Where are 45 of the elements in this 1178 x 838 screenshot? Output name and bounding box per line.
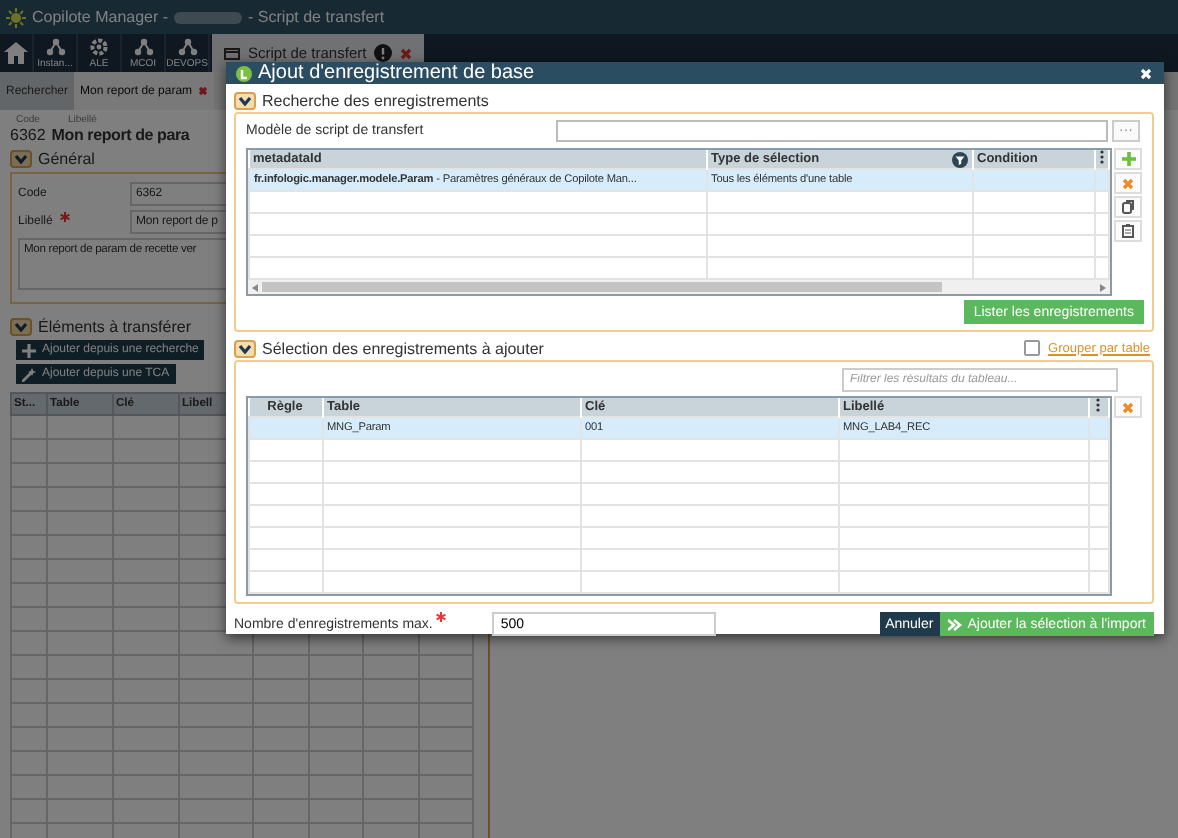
section-title: Sélection des enregistrements à ajouter — [262, 339, 544, 357]
checkbox[interactable] — [1024, 340, 1041, 356]
collapse-button[interactable] — [234, 91, 256, 109]
alert-icon — [374, 44, 393, 62]
clipboard-icon — [1122, 224, 1134, 238]
section-title: Éléments à transférer — [38, 318, 191, 336]
window-title: Copilote Manager - — [32, 8, 169, 26]
scroll-right-icon — [1100, 283, 1106, 291]
plus-icon — [22, 343, 36, 357]
icon-button[interactable] — [1114, 196, 1142, 218]
close-icon — [1122, 401, 1134, 413]
close-icon — [1140, 67, 1152, 79]
network-icon — [133, 38, 153, 56]
redacted-block — [174, 11, 243, 23]
chevron-icon — [14, 154, 28, 164]
record-title: Mon report de para — [51, 126, 190, 144]
icon-button[interactable] — [1114, 220, 1142, 242]
horizontal-scrollbar[interactable] — [248, 280, 1110, 294]
gear-icon — [90, 38, 108, 56]
plus-icon — [1121, 152, 1135, 166]
close-button[interactable] — [1138, 65, 1154, 81]
wand-icon — [22, 367, 36, 381]
close-icon — [400, 47, 413, 59]
home-icon — [4, 42, 28, 64]
sun-logo-icon — [6, 7, 26, 27]
chevron-icon — [238, 343, 252, 353]
remove-button[interactable] — [1114, 396, 1142, 418]
chevron-icon — [14, 322, 28, 332]
record-code: 6362 — [10, 126, 46, 144]
collapse-button[interactable] — [234, 339, 256, 357]
kebab-menu-icon — [1099, 150, 1104, 164]
scroll-left-icon — [252, 283, 258, 291]
kebab-menu-icon — [1096, 398, 1101, 412]
section-title: Général — [38, 150, 95, 168]
input-field[interactable] — [556, 120, 1108, 142]
close-icon — [1122, 177, 1134, 189]
section-title: Recherche des enregistrements — [262, 91, 489, 109]
network-icon — [45, 38, 65, 56]
filter-icon — [951, 152, 967, 168]
window-title: - Script de transfert — [248, 8, 385, 26]
import-arrow-icon — [947, 617, 962, 631]
chevron-icon — [238, 95, 252, 105]
network-icon — [177, 38, 197, 56]
copy-icon — [1122, 200, 1134, 214]
window-icon — [224, 47, 240, 59]
